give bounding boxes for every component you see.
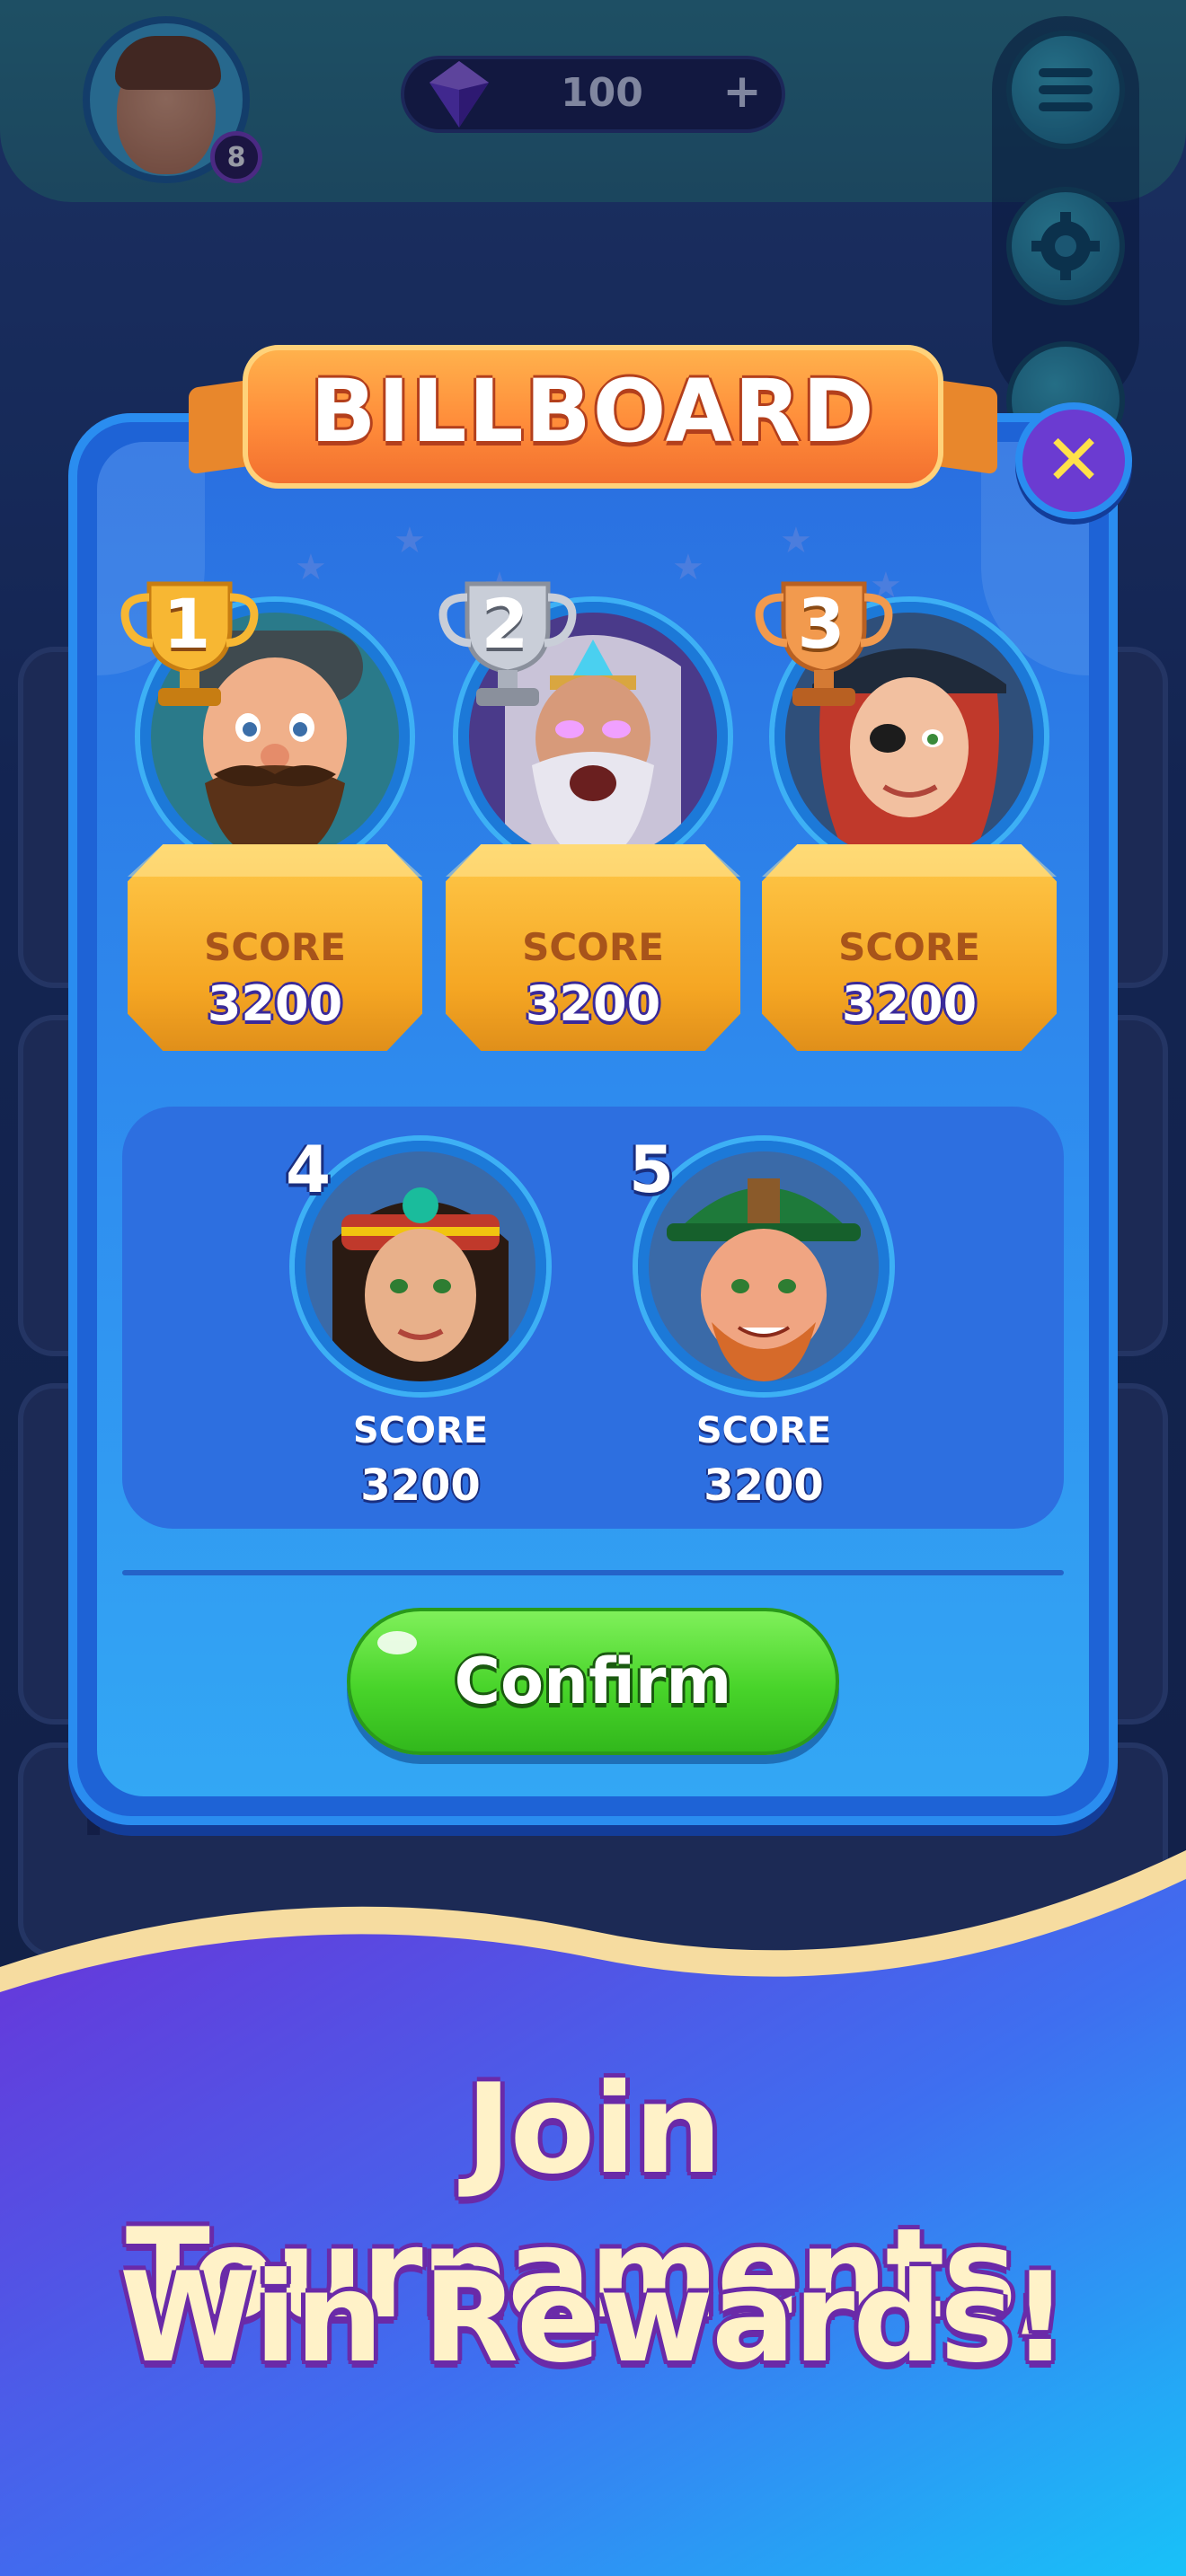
score-value: 3200 xyxy=(525,975,661,1032)
score-value: 3200 xyxy=(841,975,978,1032)
confirm-button-label: Confirm xyxy=(454,1645,732,1718)
rank-number: 2 xyxy=(481,584,529,664)
star-decoration: ★ xyxy=(394,520,426,561)
score-label: SCORE xyxy=(204,925,346,969)
leaderboard-entry-2: SCORE 3200 2 xyxy=(438,575,746,1060)
title-ribbon: BILLBOARD xyxy=(189,341,997,503)
rank-number: 4 xyxy=(286,1132,332,1207)
close-icon: ✕ xyxy=(1044,420,1103,501)
promo-banner: Join Tournaments, Win Rewards! xyxy=(0,1832,1186,2576)
leaderboard-entry-5: 5 SCORE 3200 xyxy=(629,1132,898,1518)
rank-number: 5 xyxy=(629,1132,675,1207)
score-value: 3200 xyxy=(360,1460,481,1511)
dialog-title: BILLBOARD xyxy=(310,361,876,462)
close-button[interactable]: ✕ xyxy=(1015,402,1132,519)
score-label: SCORE xyxy=(522,925,664,969)
score-label: SCORE xyxy=(352,1410,489,1451)
leaderboard-entry-1: SCORE 3200 1 xyxy=(120,575,428,1060)
leaderboard-entry-4: 4 SCORE 3200 xyxy=(286,1132,555,1518)
rank-number: 3 xyxy=(797,584,845,664)
rank-number: 1 xyxy=(163,584,211,664)
leprechaun-portrait xyxy=(649,1151,879,1381)
other-ranks-panel xyxy=(122,1107,1064,1529)
dialog-divider xyxy=(122,1570,1064,1575)
player-portrait-5 xyxy=(638,1141,890,1392)
player-portrait-4 xyxy=(295,1141,546,1392)
star-decoration: ★ xyxy=(780,520,812,561)
headdress-woman-portrait xyxy=(305,1151,535,1381)
confirm-button[interactable]: Confirm xyxy=(347,1608,839,1755)
score-value: 3200 xyxy=(207,975,343,1032)
leaderboard-entry-3: SCORE 3200 3 xyxy=(755,575,1062,1060)
score-label: SCORE xyxy=(838,925,980,969)
score-value: 3200 xyxy=(704,1460,824,1511)
promo-headline-line2: Win Rewards! xyxy=(119,2245,1068,2390)
score-label: SCORE xyxy=(695,1410,832,1451)
